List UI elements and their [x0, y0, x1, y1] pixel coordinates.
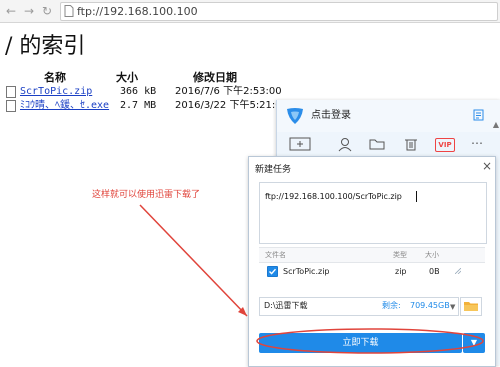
file-size: 366 kB [120, 86, 157, 97]
annotation-arrow-head [238, 307, 247, 316]
new-task-dialog: 新建任务 × ftp://192.168.100.100/ScrToPic.zi… [248, 156, 496, 367]
file-link[interactable]: ﾐｺｳ晴、ﾍ鍰、ｾ.exe [20, 99, 109, 113]
more-icon[interactable]: ⋯ [471, 136, 491, 152]
thunder-logo-icon[interactable] [285, 106, 305, 126]
free-space-label: 剩余: [382, 301, 401, 310]
arrow-left-icon[interactable]: ← [4, 3, 18, 19]
chevron-down-icon: ▼ [470, 338, 478, 347]
column-header-size[interactable]: 大小 [116, 71, 138, 85]
file-link[interactable]: ScrToPic.zip [20, 85, 92, 99]
close-icon[interactable]: × [481, 160, 493, 172]
chevron-down-icon[interactable]: ▼ [450, 302, 455, 312]
vip-icon[interactable]: VIP [435, 138, 455, 152]
column-header-filename: 文件名 [265, 251, 286, 259]
file-icon [6, 100, 16, 112]
annotation-arrow-line [139, 204, 248, 317]
column-header-size: 大小 [425, 251, 439, 259]
column-header-type: 类型 [393, 251, 407, 259]
address-bar[interactable]: ftp://192.168.100.100 [60, 2, 498, 21]
file-date: 2016/3/22 下午5:21:00 [175, 100, 289, 111]
text-cursor [416, 191, 417, 202]
url-input[interactable]: ftp://192.168.100.100/ScrToPic.zip [259, 182, 487, 244]
annotation-text: 这样就可以使用迅雷下载了 [92, 190, 201, 200]
vip-label: VIP [438, 141, 452, 149]
resize-grip-icon [455, 268, 461, 274]
edit-icon[interactable] [473, 109, 485, 121]
thunder-toolbar: VIP ⋯ [277, 136, 500, 156]
page-icon [64, 5, 74, 17]
download-now-button[interactable]: 立即下载 [259, 333, 462, 353]
folder-icon[interactable] [367, 136, 387, 152]
file-size-cell: 0B [429, 267, 440, 276]
save-path-field[interactable]: D:\迅雷下载 剩余: 709.45GB ▼ [259, 297, 459, 316]
new-task-icon[interactable] [289, 136, 311, 152]
download-options-button[interactable]: ▼ [463, 333, 485, 353]
file-icon [6, 86, 16, 98]
scroll-up-icon[interactable]: ▲ [492, 120, 500, 130]
thunder-header: 点击登录 [277, 100, 500, 132]
file-name-cell: ScrToPic.zip [283, 267, 330, 276]
user-icon[interactable] [335, 136, 355, 152]
file-table-header: 文件名 类型 大小 [259, 247, 485, 263]
save-path: D:\迅雷下载 [264, 301, 308, 310]
table-row[interactable]: ScrToPic.zip zip 0B [259, 262, 485, 280]
dialog-title: 新建任务 [255, 165, 292, 175]
column-header-modified[interactable]: 修改日期 [193, 71, 237, 85]
file-type-cell: zip [395, 267, 407, 276]
file-date: 2016/7/6 下午2:53:00 [175, 86, 282, 97]
address-text: ftp://192.168.100.100 [77, 5, 198, 18]
check-icon [269, 268, 277, 275]
reload-icon[interactable]: ↻ [40, 3, 54, 19]
login-link[interactable]: 点击登录 [311, 109, 351, 123]
browse-folder-icon[interactable] [460, 297, 482, 316]
arrow-right-icon[interactable]: → [22, 3, 36, 19]
file-size: 2.7 MB [120, 100, 157, 111]
file-row: ScrToPic.zip 366 kB 2016/7/6 下午2:53:00 [0, 85, 500, 99]
browser-toolbar: ← → ↻ ftp://192.168.100.100 [0, 0, 500, 23]
url-value: ftp://192.168.100.100/ScrToPic.zip [265, 192, 402, 201]
download-now-label: 立即下载 [342, 338, 379, 348]
free-space-value: 709.45GB [410, 301, 450, 310]
trash-icon[interactable] [401, 136, 421, 152]
column-header-name[interactable]: 名称 [44, 71, 66, 85]
file-checkbox[interactable] [267, 266, 278, 277]
page-title: / 的索引 [5, 34, 86, 59]
